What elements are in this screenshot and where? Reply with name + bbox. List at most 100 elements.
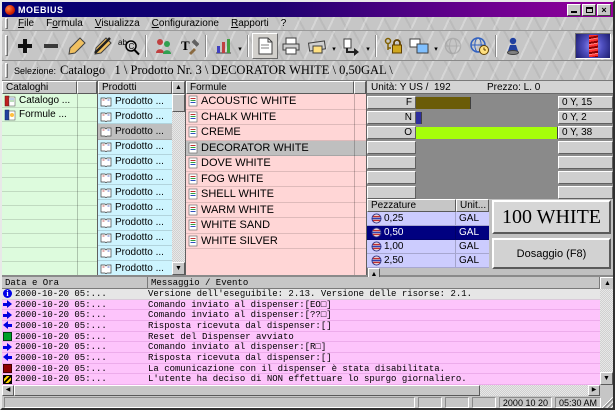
pezzatura-row-selected[interactable]: 0,50GAL [367, 226, 489, 240]
menu-configurazione[interactable]: Configurazione [146, 17, 225, 30]
displays-dropdown-icon[interactable]: ▾ [432, 45, 440, 53]
toolbar-grip[interactable] [5, 35, 8, 57]
menu-visualizza[interactable]: Visualizza [89, 17, 146, 30]
edit-button[interactable] [64, 33, 90, 59]
plus-icon [15, 36, 35, 56]
log-vscrollbar[interactable]: ▼ [600, 289, 613, 385]
log-header-message[interactable]: Messaggio / Evento [148, 277, 600, 288]
pezzature-header[interactable]: Pezzature [367, 199, 456, 212]
prodotti-header[interactable]: Prodotti [98, 81, 172, 94]
component-code: O [367, 126, 416, 139]
maximize-button[interactable] [582, 4, 596, 16]
print-labels-dropdown-icon[interactable]: ▾ [330, 45, 338, 53]
list-item-prodotto[interactable]: Prodotto ... [98, 140, 172, 155]
scroll-thumb[interactable] [172, 94, 185, 112]
log-row[interactable]: 2000-10-20 05:...Comando inviato al disp… [2, 310, 600, 321]
log-row[interactable]: 2000-10-20 05:...Comando inviato al disp… [2, 300, 600, 311]
displays-button[interactable] [406, 33, 432, 59]
formula-item[interactable]: WHITE SAND [186, 218, 366, 234]
log-hscrollbar[interactable]: ◀ ▶ [2, 385, 613, 396]
list-item-prodotto[interactable]: Prodotto ... [98, 155, 172, 170]
list-item-prodotto[interactable]: Prodotto ... [98, 231, 172, 246]
find-button[interactable]: abC [116, 33, 142, 59]
print-labels-button[interactable] [304, 33, 330, 59]
formula-tools-button[interactable]: T [176, 33, 202, 59]
globe-clock-icon [469, 36, 489, 56]
formule-header[interactable]: Formule [186, 81, 354, 94]
scroll-down-icon[interactable]: ▼ [172, 262, 185, 275]
formula-item[interactable]: CREME [186, 125, 366, 141]
log-row[interactable]: 2000-10-20 05:...Risposta ricevuta dal d… [2, 353, 600, 364]
formule-subheader[interactable] [354, 81, 366, 94]
list-item-formule[interactable]: Formule ... [2, 108, 97, 122]
list-item-prodotto[interactable]: Prodotto ... [98, 94, 172, 109]
menu-help[interactable]: ? [275, 17, 293, 30]
list-item-prodotto[interactable]: Prodotto ... [98, 185, 172, 200]
operator-button[interactable] [500, 33, 526, 59]
network-offline-button[interactable] [440, 33, 466, 59]
list-item-prodotto[interactable]: Prodotto ... [98, 200, 172, 215]
delete-button[interactable] [90, 33, 116, 59]
log-row[interactable]: 2000-10-20 05:...La comunicazione con il… [2, 364, 600, 375]
pencil-slash-icon [93, 36, 113, 56]
component-code: N [367, 111, 416, 124]
list-item-prodotto[interactable]: Prodotto ... [98, 109, 172, 124]
moebius-window: MOEBIUS × File Formula Visualizza Config… [0, 0, 615, 410]
list-item-prodotto[interactable]: Prodotto ... [98, 216, 172, 231]
formula-item-selected[interactable]: DECORATOR WHITE [186, 141, 366, 157]
toolbar-separator [145, 35, 147, 57]
menu-file[interactable]: File [12, 17, 40, 30]
formula-item[interactable]: DOVE WHITE [186, 156, 366, 172]
toolbar-separator [247, 35, 249, 57]
pezzatura-row[interactable]: 0,25GAL [367, 212, 489, 226]
formula-item[interactable]: WHITE SILVER [186, 234, 366, 250]
print-button[interactable] [278, 33, 304, 59]
log-row[interactable]: 2000-10-20 05:...Comando inviato al disp… [2, 342, 600, 353]
hscroll-thumb[interactable] [14, 385, 480, 396]
selbar-grip[interactable] [5, 63, 8, 78]
export-button[interactable] [338, 33, 364, 59]
remove-button[interactable] [38, 33, 64, 59]
resize-grip[interactable] [601, 397, 613, 408]
log-row[interactable]: 2000-10-20 05:...L'utente ha deciso di N… [2, 374, 600, 385]
log-scroll-down-icon[interactable]: ▼ [600, 372, 613, 385]
cataloghi-header[interactable]: Cataloghi [2, 81, 77, 94]
log-row[interactable]: 2000-10-20 05:...Risposta ricevuta dal d… [2, 321, 600, 332]
list-item-catalogo[interactable]: Catalogo ... [2, 94, 97, 108]
formula-item[interactable]: CHALK WHITE [186, 110, 366, 126]
close-icon: × [601, 6, 606, 14]
cataloghi-subheader[interactable] [77, 81, 97, 94]
menubar-grip[interactable] [5, 18, 8, 28]
list-item-prodotto[interactable]: Prodotto ... [98, 170, 172, 185]
scroll-right-icon[interactable]: ▶ [588, 385, 600, 396]
menu-formula[interactable]: Formula [40, 17, 89, 30]
close-button[interactable]: × [597, 4, 611, 16]
list-item-prodotto[interactable]: Prodotto ... [98, 246, 172, 261]
formula-item[interactable]: WARM WHITE [186, 203, 366, 219]
export-dropdown-icon[interactable]: ▾ [364, 45, 372, 53]
list-item-prodotto[interactable]: Prodotto ... [98, 261, 172, 275]
formula-item[interactable]: SHELL WHITE [186, 187, 366, 203]
scroll-left-icon[interactable]: ◀ [2, 385, 14, 396]
chart-dropdown-icon[interactable]: ▾ [236, 45, 244, 53]
log-header-date[interactable]: Data e Ora [2, 277, 148, 288]
customers-button[interactable] [150, 33, 176, 59]
add-button[interactable] [12, 33, 38, 59]
prodotti-scrollbar[interactable]: ▲ ▼ [172, 81, 185, 275]
scroll-up-icon[interactable]: ▲ [172, 81, 185, 94]
network-clock-button[interactable] [466, 33, 492, 59]
log-row[interactable]: 2000-10-20 05:...Reset del Dispenser avv… [2, 332, 600, 343]
pezzatura-row[interactable]: 1,00GAL [367, 240, 489, 254]
menu-rapporti[interactable]: Rapporti [225, 17, 275, 30]
list-item-prodotto-selected[interactable]: Prodotto ... [98, 124, 172, 139]
formula-item[interactable]: ACOUSTIC WHITE [186, 94, 366, 110]
pezzatura-row[interactable]: 2,50GAL [367, 254, 489, 268]
security-button[interactable] [380, 33, 406, 59]
unit-header[interactable]: Unit... [456, 199, 489, 212]
log-row[interactable]: i2000-10-20 05:...Versione dell'eseguibi… [2, 289, 600, 300]
minimize-button[interactable] [567, 4, 581, 16]
dosaggio-button[interactable]: Dosaggio (F8) [492, 238, 611, 269]
chart-button[interactable] [210, 33, 236, 59]
formula-item[interactable]: FOG WHITE [186, 172, 366, 188]
preview-button[interactable] [252, 33, 278, 59]
